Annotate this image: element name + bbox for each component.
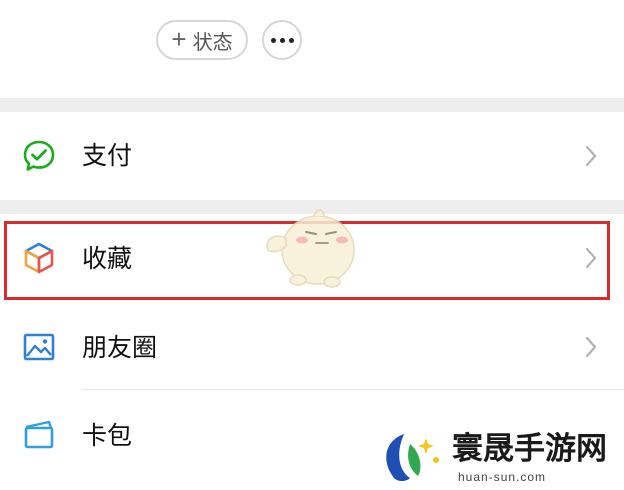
wechat-pay-icon (23, 140, 55, 171)
profile-header: + 状态 (0, 0, 624, 98)
menu-item-pay[interactable]: 支付 (0, 112, 624, 200)
chevron-right-icon (585, 247, 597, 269)
add-status-button[interactable]: + 状态 (156, 20, 248, 60)
chevron-right-icon (585, 336, 597, 358)
plus-icon: + (171, 24, 187, 54)
site-watermark: 寰晟手游网 huan-sun.com (376, 428, 620, 486)
status-button-label: 状态 (192, 31, 233, 54)
menu-item-label: 收藏 (82, 245, 133, 273)
more-dots-icon (270, 37, 294, 43)
card-wallet-icon (24, 420, 54, 449)
menu-item-label: 支付 (82, 142, 133, 170)
menu-item-label: 卡包 (82, 422, 133, 450)
favorites-cube-icon (24, 242, 54, 274)
picture-icon (23, 333, 55, 361)
mascot-watermark-image (266, 209, 355, 288)
more-button[interactable] (262, 20, 302, 60)
section-separator (0, 98, 624, 112)
menu-item-label: 朋友圈 (82, 334, 158, 362)
site-logo-icon (386, 434, 439, 481)
chevron-right-icon (585, 145, 597, 167)
watermark-title: 寰晟手游网 (452, 431, 607, 467)
watermark-url: huan-sun.com (458, 470, 547, 484)
menu-item-moments[interactable]: 朋友圈 (0, 304, 624, 390)
